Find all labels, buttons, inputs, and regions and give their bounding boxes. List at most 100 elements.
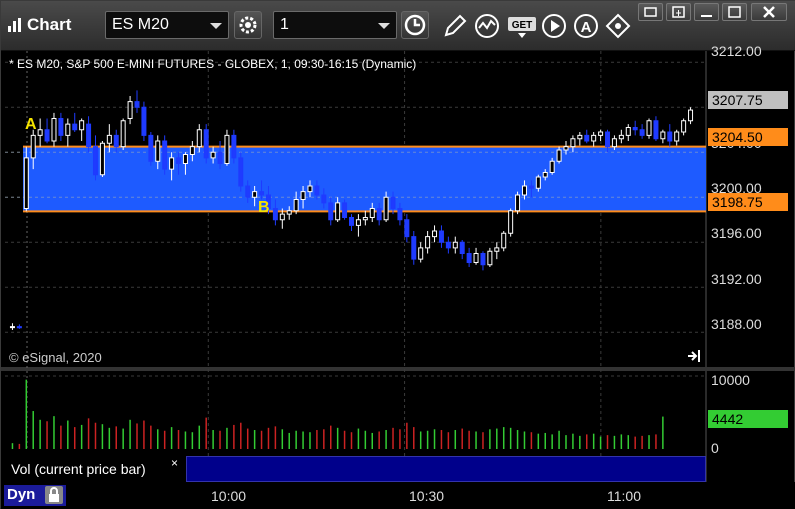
candle-body xyxy=(321,194,327,204)
candle-body xyxy=(480,253,486,266)
wave-icon[interactable] xyxy=(474,13,500,39)
play-icon[interactable] xyxy=(541,13,567,39)
time-axis-label: 11:00 xyxy=(607,488,641,504)
candle-body xyxy=(611,138,617,148)
clock-icon xyxy=(404,14,426,36)
candle-body xyxy=(72,123,78,131)
candle-body xyxy=(418,247,424,260)
panel-separator xyxy=(1,367,795,371)
candle-body xyxy=(134,101,140,108)
price-axis-label: 3188.00 xyxy=(711,316,762,332)
maximize-icon xyxy=(672,6,685,18)
candle-body xyxy=(148,134,154,162)
pencil-icon[interactable] xyxy=(442,13,468,39)
candle-body xyxy=(238,157,244,187)
candle-body xyxy=(224,134,230,164)
interval-value: 1 xyxy=(280,16,289,33)
candle-body xyxy=(397,208,403,221)
candle-body xyxy=(521,185,527,196)
price-axis-label: 3196.00 xyxy=(711,225,762,241)
candle-body xyxy=(176,157,182,164)
candle-body xyxy=(598,131,604,136)
svg-text:A: A xyxy=(581,19,592,36)
get-icon[interactable]: GET xyxy=(507,13,537,39)
candle-body xyxy=(113,134,119,148)
candle-body xyxy=(438,230,444,243)
candle-body xyxy=(369,208,375,218)
close-button[interactable] xyxy=(751,3,787,21)
candle-body xyxy=(182,154,188,164)
time-axis-label: 10:30 xyxy=(409,488,445,504)
candle-body xyxy=(99,142,105,176)
candle-body xyxy=(445,241,451,249)
candle-body xyxy=(605,131,611,148)
chevron-down-icon xyxy=(210,23,222,29)
svg-text:GET: GET xyxy=(512,20,533,31)
volume-axis-label: 10000 xyxy=(711,372,750,388)
candle-body xyxy=(577,134,583,140)
maximize-button[interactable] xyxy=(666,3,691,21)
restore-button[interactable] xyxy=(722,3,747,21)
candle-body xyxy=(653,120,659,140)
candle-body xyxy=(355,219,361,226)
candle-body xyxy=(120,120,126,148)
candle-body xyxy=(37,129,43,136)
volume-study-label[interactable]: Vol (current price bar) xyxy=(5,456,185,482)
time-button[interactable] xyxy=(401,11,429,39)
candle-body xyxy=(293,199,299,212)
candle-body xyxy=(508,210,514,234)
candle-body xyxy=(459,241,465,254)
marker-a: A xyxy=(25,116,37,133)
volume-axis-label: 0 xyxy=(711,440,719,456)
candle-body xyxy=(681,120,687,133)
restore-icon xyxy=(728,6,741,18)
candle-body xyxy=(563,146,569,151)
candle-body xyxy=(494,247,500,252)
candle-body xyxy=(542,172,548,178)
candle-body xyxy=(92,146,98,176)
candle-body xyxy=(452,241,458,249)
candle-body xyxy=(362,217,368,221)
candle-body xyxy=(473,253,479,263)
candle-body xyxy=(141,106,147,136)
diamond-icon[interactable] xyxy=(605,13,631,39)
candle-body xyxy=(688,109,694,122)
candle-body xyxy=(425,236,431,249)
candle-body xyxy=(591,134,597,142)
candle-body xyxy=(625,127,631,136)
candle-body xyxy=(272,208,278,221)
price-chart[interactable] xyxy=(1,51,795,482)
time-axis xyxy=(1,482,795,509)
candle-body xyxy=(51,118,57,142)
time-axis-label: 10:00 xyxy=(211,488,247,504)
scroll-to-end-icon[interactable] xyxy=(687,349,703,363)
candle-body xyxy=(556,149,562,162)
interval-select[interactable]: 1 xyxy=(273,11,397,39)
candle-body xyxy=(314,185,320,196)
candle-body xyxy=(162,140,168,170)
window-title: Chart xyxy=(7,15,71,35)
upper-line-price-tag: 3204.50 xyxy=(708,128,788,146)
candle-body xyxy=(466,253,472,263)
chart-app-icon xyxy=(8,18,21,32)
candle-body xyxy=(660,131,666,140)
lock-icon[interactable] xyxy=(45,486,63,504)
candle-body xyxy=(86,123,92,148)
chevron-down-icon xyxy=(378,23,390,29)
a-icon[interactable]: A xyxy=(573,13,599,39)
candle-body xyxy=(245,185,251,198)
candle-body xyxy=(196,129,202,148)
symbol-select[interactable]: ES M20 xyxy=(105,11,229,39)
settings-button[interactable] xyxy=(234,11,262,39)
candle-body xyxy=(210,151,216,159)
close-study-icon[interactable]: × xyxy=(171,456,178,470)
minimize-button[interactable] xyxy=(694,3,719,21)
candle-body xyxy=(286,210,292,215)
candle-body xyxy=(9,326,15,329)
range-band xyxy=(23,146,706,212)
minimize-icon xyxy=(701,15,712,17)
candle-body xyxy=(16,326,22,329)
gear-icon xyxy=(239,16,257,34)
candle-body xyxy=(618,134,624,140)
restore-down-button[interactable] xyxy=(638,3,663,21)
